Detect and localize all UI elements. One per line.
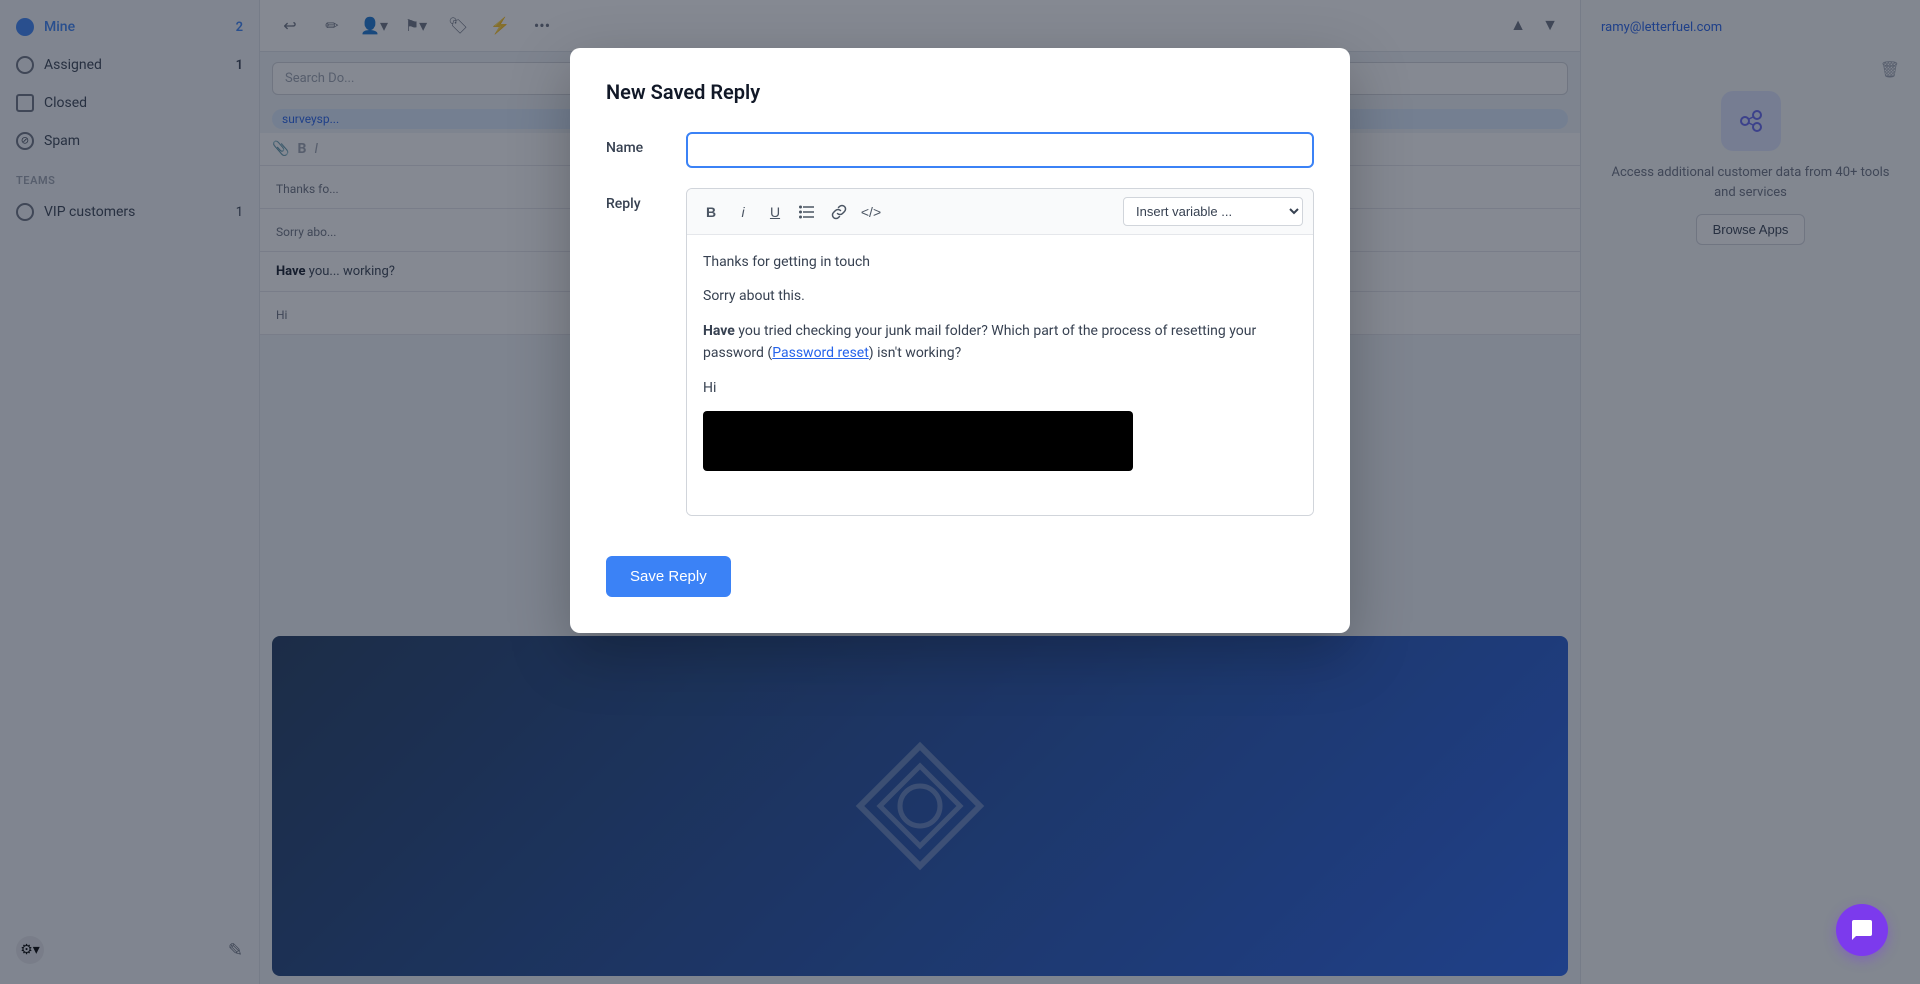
list-icon — [799, 205, 815, 219]
save-reply-button[interactable]: Save Reply — [606, 556, 731, 597]
reply-line-3: Have you tried checking your junk mail f… — [703, 320, 1297, 365]
blacked-out-area — [703, 411, 1133, 471]
editor-body[interactable]: Thanks for getting in touch Sorry about … — [687, 235, 1313, 515]
reply-row: Reply B i U — [606, 188, 1314, 516]
modal-title: New Saved Reply — [606, 80, 1314, 104]
underline-button[interactable]: U — [761, 198, 789, 226]
name-input[interactable] — [686, 132, 1314, 168]
reply-bold-word: Have — [703, 323, 735, 339]
reply-label: Reply — [606, 188, 666, 212]
italic-button[interactable]: i — [729, 198, 757, 226]
bold-button[interactable]: B — [697, 198, 725, 226]
variable-select[interactable]: Insert variable ... First name Last name… — [1123, 197, 1303, 226]
link-button[interactable] — [825, 198, 853, 226]
chat-bubble-button[interactable] — [1836, 904, 1888, 956]
code-button[interactable]: </> — [857, 198, 885, 226]
reply-line-4: Hi — [703, 377, 1297, 399]
reply-line-1: Thanks for getting in touch — [703, 251, 1297, 273]
chat-icon — [1850, 918, 1874, 942]
reply-link-text: Password reset — [772, 345, 869, 361]
link-icon — [831, 204, 847, 220]
reply-editor: B i U — [686, 188, 1314, 516]
name-row: Name — [606, 132, 1314, 168]
modal-overlay[interactable]: New Saved Reply Name Reply B i U — [0, 0, 1920, 984]
reply-line-2: Sorry about this. — [703, 285, 1297, 307]
editor-toolbar: B i U — [687, 189, 1313, 235]
reply-line-3-end: ) isn't working? — [869, 345, 961, 361]
list-button[interactable] — [793, 198, 821, 226]
new-saved-reply-modal: New Saved Reply Name Reply B i U — [570, 48, 1350, 633]
name-label: Name — [606, 132, 666, 156]
